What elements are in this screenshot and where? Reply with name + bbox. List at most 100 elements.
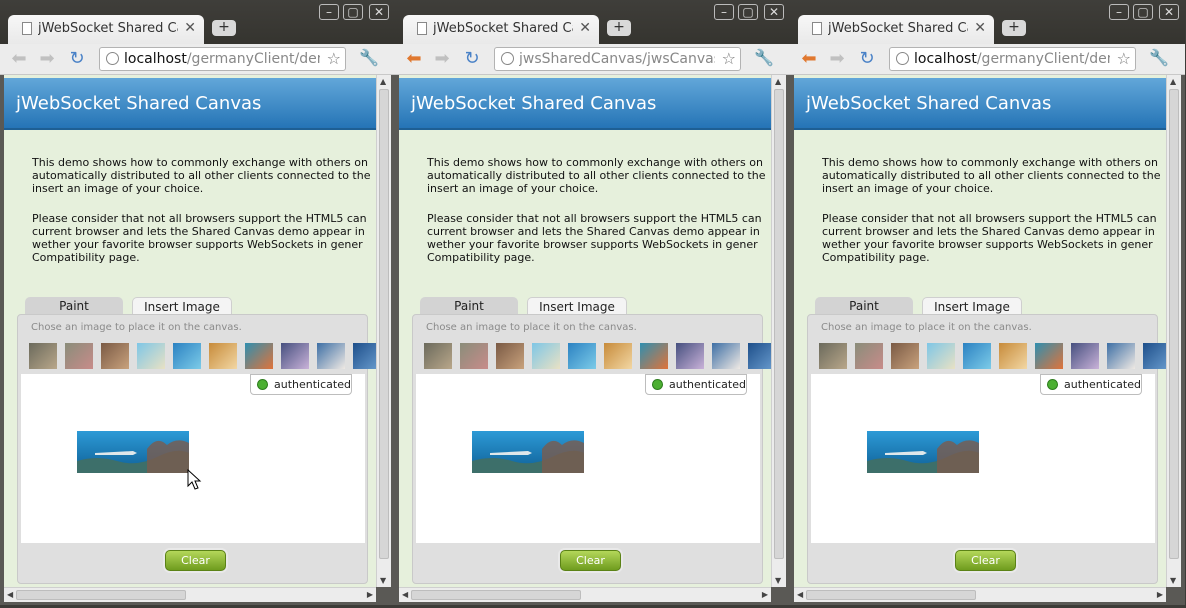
diver-image[interactable] xyxy=(891,343,919,369)
back-button[interactable]: ⬅ xyxy=(403,49,425,69)
maximize-button[interactable]: ▢ xyxy=(343,4,363,20)
scroll-up-icon[interactable]: ▲ xyxy=(380,77,386,86)
wrench-icon[interactable]: 🔧 xyxy=(1149,48,1169,67)
scroll-right-icon[interactable]: ▶ xyxy=(762,590,768,599)
blue-water-image[interactable] xyxy=(1143,343,1166,369)
diver-image[interactable] xyxy=(101,343,129,369)
scroll-left-icon[interactable]: ◀ xyxy=(797,590,803,599)
blue-water-image[interactable] xyxy=(353,343,376,369)
scrollbar-thumb[interactable] xyxy=(16,590,186,600)
underwater-image[interactable] xyxy=(963,343,991,369)
purple-coral-image[interactable] xyxy=(676,343,704,369)
tab-close-icon[interactable]: ✕ xyxy=(579,20,591,36)
beach-image[interactable] xyxy=(927,343,955,369)
horizontal-scrollbar[interactable]: ◀ ▶ xyxy=(794,587,1166,602)
scroll-left-icon[interactable]: ◀ xyxy=(7,590,13,599)
tab-paint[interactable]: Paint xyxy=(420,297,518,315)
forward-button[interactable]: ➡ xyxy=(36,49,58,69)
white-coral-image[interactable] xyxy=(712,343,740,369)
reef-fish-image[interactable] xyxy=(1035,343,1063,369)
url-text[interactable]: jwsSharedCanvas/jwsCanvas.h xyxy=(519,51,715,67)
scrollbar-thumb[interactable] xyxy=(774,89,784,559)
diver-image[interactable] xyxy=(496,343,524,369)
new-tab-button[interactable]: + xyxy=(212,20,236,36)
scroll-up-icon[interactable]: ▲ xyxy=(775,77,781,86)
scrollbar-thumb[interactable] xyxy=(806,590,976,600)
clear-button[interactable]: Clear xyxy=(165,550,226,571)
scroll-right-icon[interactable]: ▶ xyxy=(367,590,373,599)
scrollbar-thumb[interactable] xyxy=(1169,89,1179,559)
vertical-scrollbar[interactable]: ▲ ▼ xyxy=(1166,75,1181,587)
tab-close-icon[interactable]: ✕ xyxy=(974,20,986,36)
shared-canvas[interactable]: authenticated xyxy=(416,374,760,543)
reload-button[interactable]: ↻ xyxy=(66,49,88,69)
address-bar[interactable]: jwsSharedCanvas/jwsCanvas.h ☆ xyxy=(494,47,741,71)
minimize-button[interactable]: – xyxy=(319,4,339,20)
back-button[interactable]: ⬅ xyxy=(8,49,30,69)
forward-button[interactable]: ➡ xyxy=(826,49,848,69)
beach-image[interactable] xyxy=(532,343,560,369)
shared-canvas[interactable]: authenticated xyxy=(811,374,1155,543)
placed-underwater-image[interactable] xyxy=(472,431,584,473)
white-coral-image[interactable] xyxy=(317,343,345,369)
shell-image[interactable] xyxy=(999,343,1027,369)
vertical-scrollbar[interactable]: ▲ ▼ xyxy=(771,75,786,587)
purple-coral-image[interactable] xyxy=(281,343,309,369)
scrollbar-thumb[interactable] xyxy=(379,89,389,559)
clear-button[interactable]: Clear xyxy=(955,550,1016,571)
browser-tab[interactable]: jWebSocket Shared Canvas ✕ xyxy=(8,15,204,44)
minimize-button[interactable]: – xyxy=(714,4,734,20)
scroll-down-icon[interactable]: ▼ xyxy=(775,576,781,585)
shared-canvas[interactable]: authenticated xyxy=(21,374,365,543)
shell-image[interactable] xyxy=(604,343,632,369)
bookmark-star-icon[interactable]: ☆ xyxy=(722,49,736,68)
forward-button[interactable]: ➡ xyxy=(431,49,453,69)
tab-close-icon[interactable]: ✕ xyxy=(184,20,196,36)
scroll-down-icon[interactable]: ▼ xyxy=(1170,576,1176,585)
browser-tab[interactable]: jWebSocket Shared Canvas ✕ xyxy=(798,15,994,44)
reef-fish-image[interactable] xyxy=(245,343,273,369)
tab-insert-image[interactable]: Insert Image xyxy=(132,297,232,315)
back-button[interactable]: ⬅ xyxy=(798,49,820,69)
close-window-button[interactable]: ✕ xyxy=(1159,4,1179,20)
horizontal-scrollbar[interactable]: ◀ ▶ xyxy=(399,587,771,602)
grey-reef-image[interactable] xyxy=(29,343,57,369)
blue-water-image[interactable] xyxy=(748,343,771,369)
grey-reef-image[interactable] xyxy=(819,343,847,369)
address-bar[interactable]: localhost/germanyClient/dem ☆ xyxy=(99,47,346,71)
reload-button[interactable]: ↻ xyxy=(461,49,483,69)
minimize-button[interactable]: – xyxy=(1109,4,1129,20)
scroll-left-icon[interactable]: ◀ xyxy=(402,590,408,599)
scrollbar-thumb[interactable] xyxy=(411,590,581,600)
underwater-image[interactable] xyxy=(173,343,201,369)
reload-button[interactable]: ↻ xyxy=(856,49,878,69)
shell-image[interactable] xyxy=(209,343,237,369)
beach-image[interactable] xyxy=(137,343,165,369)
close-window-button[interactable]: ✕ xyxy=(369,4,389,20)
close-window-button[interactable]: ✕ xyxy=(764,4,784,20)
coral-image[interactable] xyxy=(460,343,488,369)
clear-button[interactable]: Clear xyxy=(560,550,621,571)
placed-underwater-image[interactable] xyxy=(867,431,979,473)
horizontal-scrollbar[interactable]: ◀ ▶ xyxy=(4,587,376,602)
reef-fish-image[interactable] xyxy=(640,343,668,369)
wrench-icon[interactable]: 🔧 xyxy=(754,48,774,67)
tab-paint[interactable]: Paint xyxy=(25,297,123,315)
browser-tab[interactable]: jWebSocket Shared Canvas ✕ xyxy=(403,15,599,44)
underwater-image[interactable] xyxy=(568,343,596,369)
new-tab-button[interactable]: + xyxy=(607,20,631,36)
placed-underwater-image[interactable] xyxy=(77,431,189,473)
new-tab-button[interactable]: + xyxy=(1002,20,1026,36)
tab-insert-image[interactable]: Insert Image xyxy=(527,297,627,315)
grey-reef-image[interactable] xyxy=(424,343,452,369)
url-text[interactable]: localhost/germanyClient/dem xyxy=(914,51,1110,67)
coral-image[interactable] xyxy=(855,343,883,369)
scroll-right-icon[interactable]: ▶ xyxy=(1157,590,1163,599)
url-text[interactable]: localhost/germanyClient/dem xyxy=(124,51,320,67)
scroll-up-icon[interactable]: ▲ xyxy=(1170,77,1176,86)
coral-image[interactable] xyxy=(65,343,93,369)
scroll-down-icon[interactable]: ▼ xyxy=(380,576,386,585)
bookmark-star-icon[interactable]: ☆ xyxy=(327,49,341,68)
maximize-button[interactable]: ▢ xyxy=(1133,4,1153,20)
wrench-icon[interactable]: 🔧 xyxy=(359,48,379,67)
